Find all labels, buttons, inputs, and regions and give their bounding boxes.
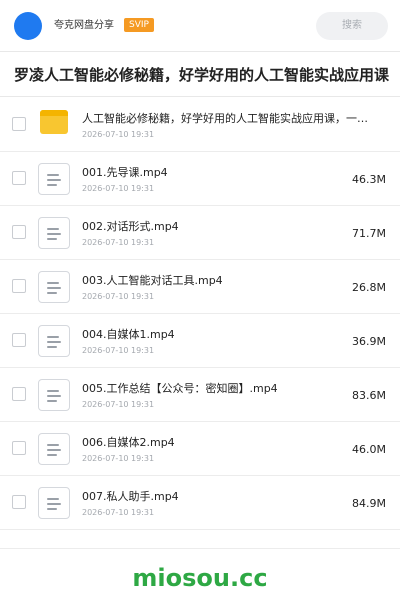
title-bar: 罗凌人工智能必修秘籍，好学好用的人工智能实战应用课 bbox=[0, 53, 400, 97]
row-checkbox[interactable] bbox=[12, 117, 26, 131]
file-name: 001.先导课.mp4 bbox=[82, 166, 168, 179]
file-row[interactable]: 001.先导课.mp4 2026-07-10 19:31 46.3M bbox=[0, 152, 400, 206]
file-row[interactable]: 006.自媒体2.mp4 2026-07-10 19:31 46.0M bbox=[0, 422, 400, 476]
header: 夸克网盘分享 SVIP 搜索 bbox=[0, 0, 400, 52]
file-size: 36.9M bbox=[352, 335, 386, 348]
document-icon bbox=[38, 433, 70, 465]
row-checkbox[interactable] bbox=[12, 333, 26, 347]
document-icon bbox=[38, 379, 70, 411]
file-list: 人工智能必修秘籍，好学好用的人工智能实战应用课，一… 2026-07-10 19:… bbox=[0, 98, 400, 530]
file-date: 2026-07-10 19:31 bbox=[82, 292, 155, 301]
file-row[interactable]: 007.私人助手.mp4 2026-07-10 19:31 84.9M bbox=[0, 476, 400, 530]
file-date: 2026-07-10 19:31 bbox=[82, 454, 155, 463]
svip-badge: SVIP bbox=[124, 18, 154, 32]
file-size: 83.6M bbox=[352, 389, 386, 402]
document-icon bbox=[38, 163, 70, 195]
file-row[interactable]: 005.工作总结【公众号：密知圈】.mp4 2026-07-10 19:31 83.… bbox=[0, 368, 400, 422]
file-row[interactable]: 003.人工智能对话工具.mp4 2026-07-10 19:31 26.8M bbox=[0, 260, 400, 314]
file-name: 002.对话形式.mp4 bbox=[82, 220, 179, 233]
file-date: 2026-07-10 19:31 bbox=[82, 400, 155, 409]
file-size: 46.3M bbox=[352, 173, 386, 186]
row-checkbox[interactable] bbox=[12, 279, 26, 293]
row-checkbox[interactable] bbox=[12, 441, 26, 455]
folder-icon bbox=[40, 110, 68, 134]
file-date: 2026-07-10 19:31 bbox=[82, 184, 155, 193]
file-size: 71.7M bbox=[352, 227, 386, 240]
file-name: 007.私人助手.mp4 bbox=[82, 490, 179, 503]
search-input[interactable]: 搜索 bbox=[316, 12, 388, 40]
row-checkbox[interactable] bbox=[12, 387, 26, 401]
document-icon bbox=[38, 271, 70, 303]
row-checkbox[interactable] bbox=[12, 495, 26, 509]
watermark: miosou.cc bbox=[132, 564, 268, 592]
file-date: 2026-07-10 19:31 bbox=[82, 346, 155, 355]
page-title: 罗凌人工智能必修秘籍，好学好用的人工智能实战应用课 bbox=[14, 66, 390, 84]
row-checkbox[interactable] bbox=[12, 225, 26, 239]
folder-row[interactable]: 人工智能必修秘籍，好学好用的人工智能实战应用课，一… 2026-07-10 19:… bbox=[0, 98, 400, 152]
file-name: 005.工作总结【公众号：密知圈】.mp4 bbox=[82, 382, 278, 395]
divider bbox=[0, 548, 400, 549]
file-size: 26.8M bbox=[352, 281, 386, 294]
row-checkbox[interactable] bbox=[12, 171, 26, 185]
file-name: 006.自媒体2.mp4 bbox=[82, 436, 175, 449]
file-size: 84.9M bbox=[352, 497, 386, 510]
file-date: 2026-07-10 19:31 bbox=[82, 130, 155, 139]
file-size: 46.0M bbox=[352, 443, 386, 456]
document-icon bbox=[38, 487, 70, 519]
app-name: 夸克网盘分享 bbox=[54, 20, 114, 31]
file-row[interactable]: 002.对话形式.mp4 2026-07-10 19:31 71.7M bbox=[0, 206, 400, 260]
file-date: 2026-07-10 19:31 bbox=[82, 238, 155, 247]
document-icon bbox=[38, 325, 70, 357]
file-name: 003.人工智能对话工具.mp4 bbox=[82, 274, 223, 287]
file-date: 2026-07-10 19:31 bbox=[82, 508, 155, 517]
file-row[interactable]: 004.自媒体1.mp4 2026-07-10 19:31 36.9M bbox=[0, 314, 400, 368]
avatar[interactable] bbox=[14, 12, 42, 40]
document-icon bbox=[38, 217, 70, 249]
file-name: 人工智能必修秘籍，好学好用的人工智能实战应用课，一… bbox=[82, 112, 368, 125]
file-name: 004.自媒体1.mp4 bbox=[82, 328, 175, 341]
